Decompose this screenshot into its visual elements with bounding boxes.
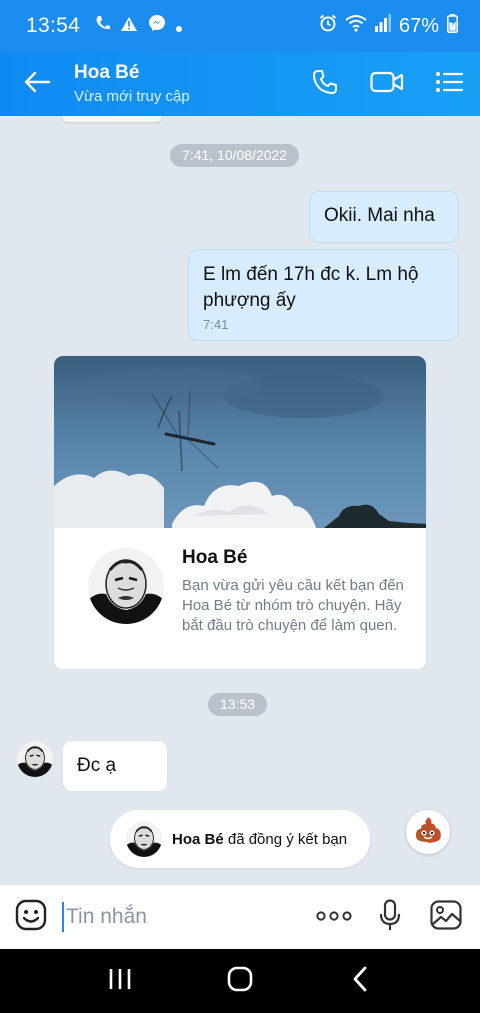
voice-call-button[interactable] bbox=[294, 52, 356, 116]
message-text: Okii. Mai nha bbox=[324, 205, 435, 226]
incoming-message[interactable]: Đc ạ bbox=[62, 740, 168, 792]
voice-message-button[interactable] bbox=[362, 885, 418, 950]
sticker-suggestion-button[interactable] bbox=[406, 810, 450, 854]
battery-icon bbox=[447, 13, 458, 39]
input-placeholder: Tin nhắn bbox=[66, 905, 147, 928]
messenger-icon bbox=[148, 14, 166, 38]
status-time: 13:54 bbox=[26, 14, 81, 37]
notice-text: đã đồng ý kết bạn bbox=[223, 830, 348, 848]
home-icon bbox=[227, 966, 253, 997]
outgoing-message[interactable]: E lm đến 17h đc k. Lm hộ phượng ấy 7:41 bbox=[188, 249, 459, 341]
time-separator: 13:53 bbox=[208, 693, 268, 716]
status-bar: 13:54 67% bbox=[0, 0, 480, 52]
notice-name: Hoa Bé bbox=[172, 830, 224, 848]
nav-back-button[interactable] bbox=[320, 949, 400, 1013]
card-description: Bạn vừa gửi yêu cầu kết bạn đến Hoa Bé t… bbox=[182, 577, 404, 634]
options-button[interactable] bbox=[418, 52, 480, 116]
message-text: Đc ạ bbox=[77, 755, 117, 776]
card-contact-name: Hoa Bé bbox=[182, 547, 248, 568]
wifi-icon bbox=[345, 14, 367, 38]
message-text: E lm đến 17h đc k. Lm hộ phượng ấy bbox=[203, 264, 419, 311]
poop-emoji-icon bbox=[413, 816, 443, 849]
dot-icon bbox=[176, 15, 183, 38]
video-call-button[interactable] bbox=[356, 52, 418, 116]
warning-icon bbox=[120, 15, 138, 38]
date-separator: 7:41, 10/08/2022 bbox=[170, 144, 300, 167]
cover-photo bbox=[54, 356, 426, 528]
more-button[interactable] bbox=[306, 885, 362, 950]
more-icon bbox=[316, 908, 352, 926]
contact-info[interactable]: Hoa Bé Vừa mới truy cập bbox=[74, 62, 190, 107]
friend-accepted-notice: Hoa Bé đã đồng ý kết bạn bbox=[110, 810, 370, 868]
send-image-button[interactable] bbox=[418, 885, 474, 950]
contact-name: Hoa Bé bbox=[74, 61, 140, 83]
alarm-icon bbox=[319, 14, 337, 38]
system-navigation-bar bbox=[0, 949, 480, 1013]
chat-area[interactable]: 7:41, 10/08/2022 Okii. Mai nha E lm đến … bbox=[0, 116, 480, 884]
image-icon bbox=[430, 899, 462, 935]
video-call-icon bbox=[370, 70, 404, 99]
friend-request-card[interactable]: Hoa Bé Bạn vừa gửi yêu cầu kết bạn đến H… bbox=[53, 355, 427, 670]
recents-button[interactable] bbox=[80, 949, 160, 1013]
back-button[interactable] bbox=[0, 52, 74, 116]
microphone-icon bbox=[379, 898, 401, 936]
back-icon bbox=[352, 966, 368, 997]
message-input[interactable]: Tin nhắn bbox=[62, 897, 306, 937]
avatar bbox=[126, 821, 162, 857]
message-input-bar: Tin nhắn bbox=[0, 884, 480, 949]
wifi-calling-icon bbox=[94, 14, 111, 38]
sender-avatar[interactable] bbox=[17, 741, 53, 777]
phone-icon bbox=[312, 69, 338, 100]
avatar[interactable] bbox=[88, 548, 164, 624]
message-time: 7:41 bbox=[203, 317, 229, 332]
back-arrow-icon bbox=[24, 71, 51, 98]
emoji-button[interactable] bbox=[0, 885, 62, 950]
recents-icon bbox=[108, 968, 132, 995]
previous-message-edge bbox=[62, 116, 162, 122]
battery-percentage: 67% bbox=[398, 14, 439, 37]
home-button[interactable] bbox=[200, 949, 280, 1013]
text-cursor bbox=[62, 902, 64, 932]
contact-status: Vừa mới truy cập bbox=[74, 87, 190, 105]
emoji-icon bbox=[15, 899, 47, 936]
chat-header: Hoa Bé Vừa mới truy cập bbox=[0, 52, 480, 116]
signal-icon bbox=[374, 14, 391, 38]
outgoing-message[interactable]: Okii. Mai nha bbox=[309, 191, 459, 243]
menu-list-icon bbox=[435, 71, 464, 98]
